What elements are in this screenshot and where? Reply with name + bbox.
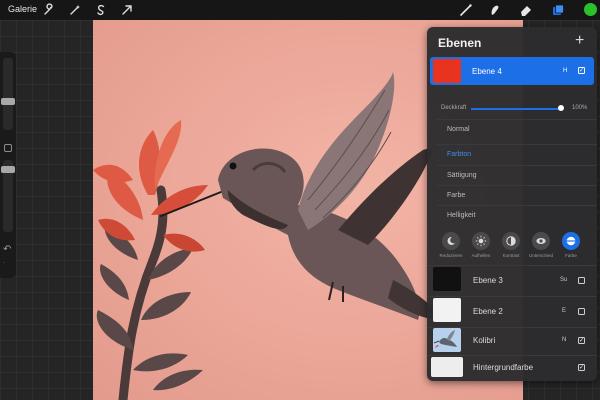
opacity-label: Deckkraft xyxy=(441,105,467,111)
layer-blend-code[interactable]: N xyxy=(562,337,566,343)
blend-mode-farbton[interactable]: Farbton xyxy=(437,144,597,165)
mode-reduzieren[interactable]: Reduzieren xyxy=(437,232,465,258)
difference-icon xyxy=(532,232,550,250)
layer-thumbnail xyxy=(431,357,463,377)
layer-thumbnail xyxy=(433,298,461,322)
undo-icon[interactable]: ↶ xyxy=(3,244,11,255)
layer-row[interactable]: Ebene 3 Su xyxy=(427,267,597,295)
mode-label: Aufhellen xyxy=(471,253,491,258)
eraser-icon[interactable] xyxy=(519,3,533,17)
mode-label: Kontrast xyxy=(502,253,520,258)
hummingbird-thumbnail-icon xyxy=(433,330,457,348)
layers-panel-title: Ebenen xyxy=(438,36,482,50)
procreate-app: Galerie ↶ · Ebenen + Ebene 4 H ✓ Deckkra… xyxy=(0,0,600,400)
moon-icon xyxy=(442,232,460,250)
layer-name: Ebene 4 xyxy=(472,67,502,76)
selection-icon[interactable] xyxy=(94,3,108,17)
blend-mode-helligkeit[interactable]: Helligkeit xyxy=(437,205,597,226)
wrench-icon[interactable] xyxy=(42,3,56,17)
layer-row[interactable]: Ebene 2 E xyxy=(427,298,597,326)
layer-name: Hintergrundfarbe xyxy=(473,363,534,372)
opacity-slider[interactable] xyxy=(1,160,15,232)
brush-size-knob[interactable] xyxy=(1,98,15,105)
layer-thumbnail xyxy=(433,328,461,352)
mode-unterschied[interactable]: Unterschied xyxy=(527,232,555,258)
brush-size-slider[interactable] xyxy=(1,58,15,130)
divider xyxy=(427,296,597,297)
blend-category-buttons: Reduzieren Aufhellen Kontrast Unterschie… xyxy=(437,232,593,268)
layer-thumbnail xyxy=(433,267,461,291)
layer-visibility-checkbox[interactable] xyxy=(578,277,585,284)
divider xyxy=(427,265,597,266)
gallery-button[interactable]: Galerie xyxy=(8,4,37,14)
layer-name: Ebene 3 xyxy=(473,276,503,285)
layer-visibility-checkbox[interactable]: ✓ xyxy=(578,364,585,371)
layer-row[interactable]: Kolibri N ✓ xyxy=(427,328,597,354)
left-sidebar: ↶ · xyxy=(0,52,16,278)
modify-button[interactable] xyxy=(4,144,12,152)
layer-row-active[interactable]: Ebene 4 H ✓ xyxy=(430,57,594,85)
layer-blend-code[interactable]: E xyxy=(562,308,566,314)
brush-icon[interactable] xyxy=(459,3,473,17)
layer-opacity-knob[interactable] xyxy=(558,105,564,111)
blend-mode-normal[interactable]: Normal xyxy=(437,119,597,140)
layers-icon[interactable] xyxy=(551,3,565,17)
layer-row[interactable]: Hintergrundfarbe ✓ xyxy=(427,356,597,380)
layer-blend-code[interactable]: Su xyxy=(560,277,567,283)
blend-mode-farbe[interactable]: Farbe xyxy=(437,185,597,206)
smudge-icon[interactable] xyxy=(488,3,502,17)
opacity-value: 100% xyxy=(572,105,588,111)
hue-icon xyxy=(562,232,580,250)
transform-arrow-icon[interactable] xyxy=(120,3,134,17)
contrast-icon xyxy=(502,232,520,250)
color-picker-button[interactable] xyxy=(584,3,597,16)
add-layer-button[interactable]: + xyxy=(575,32,584,50)
mode-label: Reduzieren xyxy=(439,253,463,258)
layer-visibility-checkbox[interactable]: ✓ xyxy=(578,337,585,344)
layer-blend-code[interactable]: H xyxy=(563,68,567,74)
layer-name: Kolibri xyxy=(473,336,496,345)
mode-aufhellen[interactable]: Aufhellen xyxy=(467,232,495,258)
opacity-knob[interactable] xyxy=(1,166,15,173)
sun-icon xyxy=(472,232,490,250)
magic-wand-icon[interactable] xyxy=(68,3,82,17)
layer-visibility-checkbox[interactable]: ✓ xyxy=(578,67,585,74)
mode-kontrast[interactable]: Kontrast xyxy=(497,232,525,258)
redo-icon[interactable]: · xyxy=(3,260,5,266)
top-toolbar: Galerie xyxy=(0,0,600,20)
layers-panel: Ebenen + Ebene 4 H ✓ Deckkraft 100% Norm… xyxy=(427,27,597,381)
layer-opacity-slider[interactable] xyxy=(471,108,561,110)
layer-visibility-checkbox[interactable] xyxy=(578,308,585,315)
mode-farbe[interactable]: Farbe xyxy=(557,232,585,258)
layer-thumbnail xyxy=(433,59,461,83)
blend-mode-saettigung[interactable]: Sättigung xyxy=(437,165,597,186)
mode-label: Unterschied xyxy=(528,253,553,258)
layer-name: Ebene 2 xyxy=(473,307,503,316)
mode-label: Farbe xyxy=(565,253,577,258)
